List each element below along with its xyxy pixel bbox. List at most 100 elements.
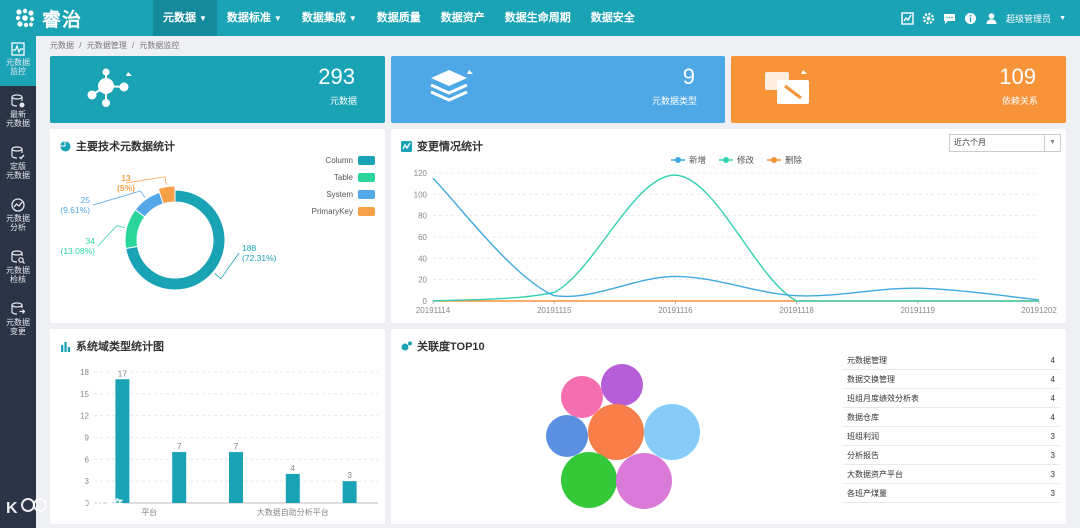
dependency-card[interactable]: 109 依赖关系 [731, 56, 1066, 123]
nav-label: 数据集成 [301, 12, 346, 24]
sidebar-item-label: 元数据 [6, 318, 30, 327]
y-tick-label: 60 [418, 233, 427, 242]
user-name[interactable]: 超级管理员 [1006, 12, 1051, 25]
item-value: 4 [1050, 374, 1055, 384]
list-item[interactable]: 数据仓库 4 [843, 408, 1059, 427]
sidebar-item-metadata-check[interactable]: 元数据 检核 [0, 244, 36, 294]
toolbar-right: 超级管理员 ▼ [901, 0, 1066, 36]
y-tick-label: 15 [80, 390, 89, 399]
donut-percent-label: (5%) [117, 183, 135, 193]
metadata-type-card[interactable]: 9 元数据类型 [391, 56, 725, 123]
dependency-count: 109 [999, 64, 1036, 89]
logo-icon [15, 8, 35, 28]
nav-data-security[interactable]: 数据安全 [581, 0, 645, 36]
item-value: 4 [1050, 412, 1055, 422]
message-icon[interactable] [943, 12, 956, 25]
chevron-down-icon: ▼ [273, 14, 282, 23]
list-item[interactable]: 分析报告 3 [843, 446, 1059, 465]
nav-data-standard[interactable]: 数据标准 ▼ [217, 0, 292, 36]
sidebar-item-label: 最新 [10, 110, 26, 119]
legend-marker [723, 157, 729, 163]
item-value: 3 [1050, 488, 1055, 498]
item-value: 3 [1050, 450, 1055, 460]
y-tick-label: 3 [85, 477, 90, 486]
legend-label: 修改 [737, 155, 755, 165]
y-tick-label: 0 [423, 297, 428, 306]
database-search-icon [11, 250, 25, 264]
list-item[interactable]: 班组月度绩效分析表 4 [843, 389, 1059, 408]
sidebar-item-metadata-change[interactable]: 元数据 变更 [0, 296, 36, 346]
legend-label: 新增 [689, 155, 706, 165]
item-name: 分析报告 [847, 450, 879, 460]
list-item[interactable]: 元数据管理 4 [843, 351, 1059, 370]
series-line [432, 177, 1040, 301]
x-tick-label: 20191119 [901, 306, 936, 315]
info-icon[interactable] [964, 12, 977, 25]
nav-metadata[interactable]: 元数据 ▼ [153, 0, 217, 36]
donut-leader-line [92, 190, 146, 206]
x-tick-label: 平台 [141, 507, 157, 517]
donut-value-label: 25 [81, 195, 91, 205]
sidebar-item-latest-metadata[interactable]: 最新 元数据 [0, 88, 36, 138]
nav-data-quality[interactable]: 数据质量 [367, 0, 431, 36]
item-name: 大数据资产平台 [847, 469, 903, 479]
sidebar-item-label: 元数据 [6, 58, 30, 67]
dependency-label: 依赖关系 [1001, 96, 1038, 106]
item-name: 班组月度绩效分析表 [847, 393, 919, 403]
nav-data-lifecycle[interactable]: 数据生命周期 [495, 0, 581, 36]
nav-label: 元数据 [163, 12, 196, 24]
item-name: 元数据管理 [847, 355, 887, 365]
list-item[interactable]: 大数据资产平台 3 [843, 465, 1059, 484]
y-tick-label: 100 [414, 190, 428, 199]
sidebar-item-metadata-monitor[interactable]: 元数据 监控 [0, 36, 36, 86]
sidebar-item-label: 变更 [10, 327, 26, 336]
x-tick-label: 20191115 [537, 306, 572, 315]
watermark-logo-icon: K [6, 498, 47, 517]
donut-chart: 188(72.31%) 34(13.08%) 25(9.61%) 13(5%) [60, 173, 277, 291]
item-value: 3 [1050, 469, 1055, 479]
legend-marker [675, 157, 681, 163]
metadata-count: 293 [318, 64, 355, 89]
chevron-down-icon: ▼ [199, 14, 207, 23]
x-tick-label: 20191118 [779, 306, 814, 315]
metadata-count-card[interactable]: 293 元数据 [50, 56, 385, 123]
bubble [616, 453, 672, 509]
sidebar-item-final-metadata[interactable]: 定版 元数据 [0, 140, 36, 190]
list-item[interactable]: 各班产煤量 3 [843, 484, 1059, 503]
watermark: K 大数跨境 [6, 494, 124, 520]
nav-label: 数据质量 [376, 12, 421, 24]
bar-value-label: 4 [290, 463, 295, 473]
bubble [561, 452, 617, 508]
chevron-down-icon[interactable]: ▼ [1059, 15, 1066, 22]
change-stats-panel: 变更情况统计 近六个月 ▼ 0 20 40 60 80 100 120 20191114 201… [391, 129, 1066, 323]
y-tick-label: 9 [85, 434, 90, 443]
item-name: 班组利润 [847, 431, 879, 441]
donut-percent-label: (72.31%) [242, 253, 277, 263]
y-tick-label: 20 [418, 276, 427, 285]
bar-value-label: 17 [118, 368, 128, 378]
bubble-chart [546, 364, 700, 509]
top10-list: 元数据管理 4 数据交换管理 4 班组月度绩效分析表 4 数据仓库 4 班组利润 3 分析… [843, 351, 1059, 503]
gear-icon[interactable] [922, 12, 935, 25]
metadata-type-count: 9 [682, 64, 695, 89]
list-item[interactable]: 班组利润 3 [843, 427, 1059, 446]
logo-text: 睿治 [42, 9, 83, 31]
nav-label: 数据标准 [226, 12, 271, 24]
chart-icon[interactable] [901, 11, 914, 25]
x-tick-label: 20191202 [1021, 306, 1057, 315]
breadcrumb-item[interactable]: 元数据管理 [87, 41, 127, 50]
network-icon [87, 68, 132, 107]
list-item[interactable]: 数据交换管理 4 [843, 370, 1059, 389]
logo[interactable]: 睿治 [14, 5, 82, 31]
breadcrumb-item[interactable]: 元数据 [50, 41, 74, 50]
item-value: 4 [1050, 393, 1055, 403]
line-chart: 0 20 40 60 80 100 120 20191114 20191115 20191116 2… [414, 155, 1058, 315]
nav-data-integration[interactable]: 数据集成 ▼ [292, 0, 367, 36]
tech-metadata-panel: 主要技术元数据统计 Column Table System PrimaryKey… [50, 129, 385, 323]
relation-icon [765, 70, 809, 104]
bubble [644, 404, 700, 460]
bar [342, 481, 357, 503]
sidebar-item-metadata-analysis[interactable]: 元数据 分析 [0, 192, 36, 242]
nav-data-assets[interactable]: 数据资产 [431, 0, 495, 36]
item-name: 数据仓库 [847, 412, 879, 422]
